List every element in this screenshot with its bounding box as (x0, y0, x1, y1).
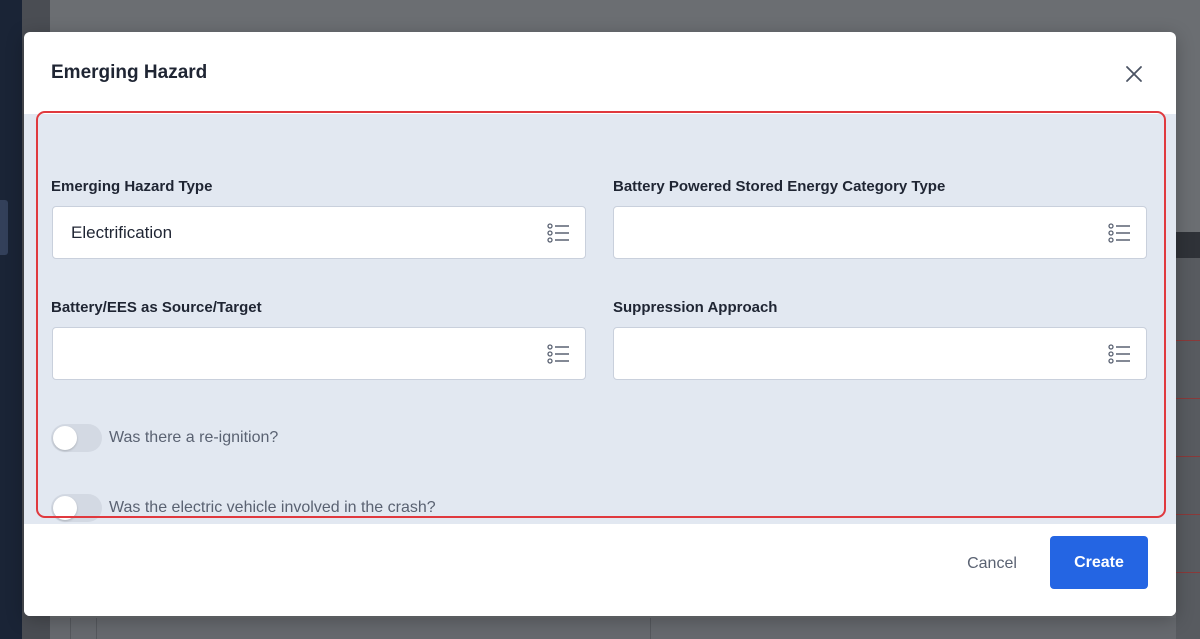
suppression-approach-label: Suppression Approach (613, 299, 778, 316)
background-footer-row (50, 618, 1176, 639)
emerging-hazard-type-label: Emerging Hazard Type (51, 178, 213, 195)
emerging-hazard-type-value: Electrification (71, 223, 173, 242)
battery-category-type-select[interactable] (613, 206, 1147, 259)
list-icon (547, 344, 569, 364)
battery-source-target-label: Battery/EES as Source/Target (51, 299, 262, 316)
toggle-track (51, 424, 102, 452)
toggle-track (51, 494, 102, 522)
background-divider (650, 618, 651, 639)
modal-header: Emerging Hazard (24, 32, 1176, 112)
toggle-knob (53, 426, 77, 450)
background-divider (96, 618, 97, 639)
emerging-hazard-type-select[interactable]: Electrification (52, 206, 586, 259)
list-icon (1108, 344, 1130, 364)
battery-source-target-select[interactable] (52, 327, 586, 380)
background-divider (1176, 572, 1200, 573)
emerging-hazard-modal: Emerging Hazard Emerging Hazard Type Ele… (24, 32, 1176, 616)
background-sidebar (0, 0, 22, 639)
modal-footer: Cancel Create (24, 524, 1176, 616)
battery-category-type-label: Battery Powered Stored Energy Category T… (613, 178, 946, 195)
background-divider (1176, 398, 1200, 399)
close-icon (1126, 66, 1142, 82)
background-sidebar-tab (0, 200, 8, 255)
background-divider (1176, 340, 1200, 341)
modal-body: Emerging Hazard Type Electrification Bat… (24, 114, 1176, 524)
background-right-panel (1176, 232, 1200, 639)
reignition-toggle-label: Was there a re-ignition? (109, 429, 279, 446)
toggle-knob (53, 496, 77, 520)
list-icon (547, 223, 569, 243)
background-divider (1176, 514, 1200, 515)
list-icon (1108, 223, 1130, 243)
ev-involved-toggle-label: Was the electric vehicle involved in the… (109, 499, 436, 516)
suppression-approach-select[interactable] (613, 327, 1147, 380)
modal-title: Emerging Hazard (51, 62, 208, 83)
close-button[interactable] (1122, 62, 1146, 86)
cancel-button[interactable]: Cancel (952, 544, 1032, 584)
create-button[interactable]: Create (1050, 536, 1148, 589)
background-divider (70, 618, 71, 639)
background-divider (1176, 456, 1200, 457)
